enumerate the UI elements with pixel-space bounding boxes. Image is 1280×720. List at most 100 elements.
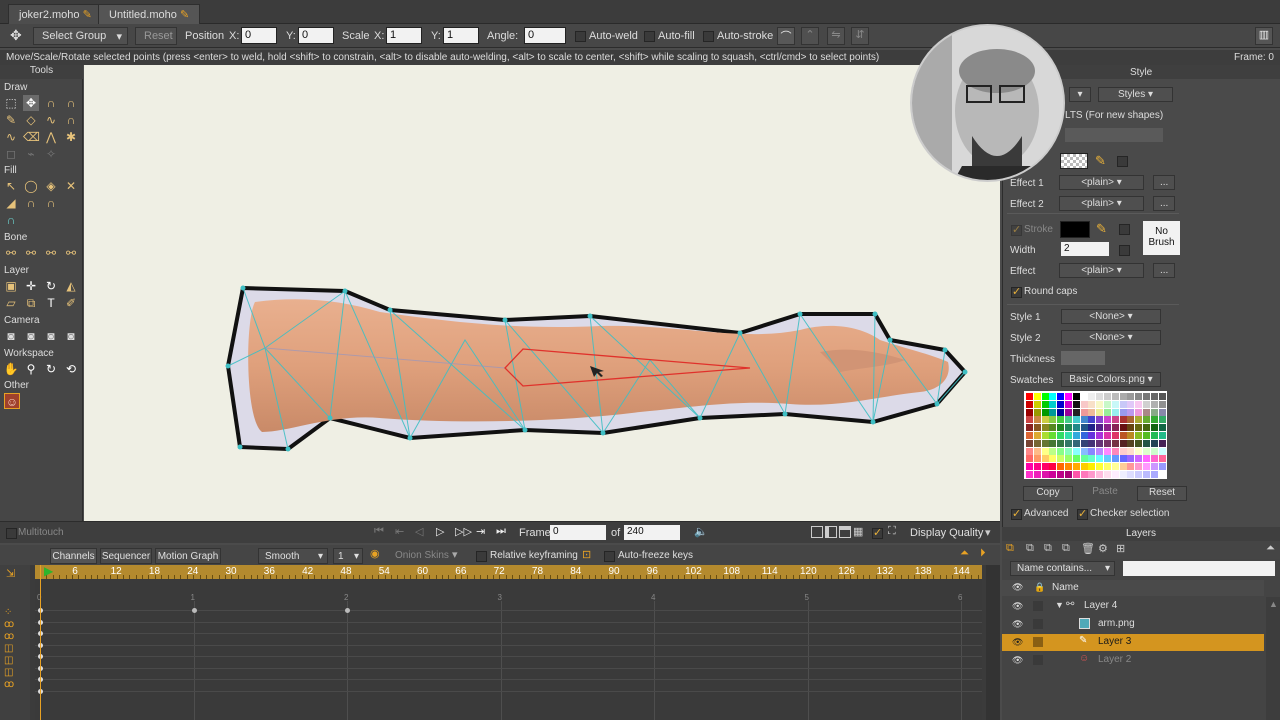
- add-bone-icon[interactable]: ⚯: [43, 245, 59, 261]
- color-swatch[interactable]: [1057, 439, 1065, 447]
- color-swatch[interactable]: [1127, 447, 1135, 455]
- visibility-icon[interactable]: 👁: [1012, 601, 1025, 611]
- color-swatch[interactable]: [1111, 432, 1119, 439]
- translate-layer-icon[interactable]: ✛: [23, 278, 39, 294]
- color-swatch[interactable]: [1072, 424, 1080, 432]
- collapse-icon[interactable]: ⇲: [6, 567, 15, 580]
- onion-arrow-icon[interactable]: ▾: [452, 548, 458, 561]
- step-back-icon[interactable]: ◁: [415, 525, 423, 538]
- color-swatch[interactable]: [1096, 439, 1104, 447]
- advanced-checkbox[interactable]: [1011, 507, 1022, 520]
- curve-profile-icon[interactable]: ∩: [3, 212, 19, 228]
- hide-edge-icon[interactable]: ∩: [23, 195, 39, 211]
- color-swatch[interactable]: [1057, 447, 1065, 455]
- color-swatch[interactable]: [1049, 463, 1057, 471]
- color-swatch[interactable]: [1033, 463, 1041, 471]
- color-swatch[interactable]: [1088, 393, 1096, 400]
- color-swatch[interactable]: [1104, 447, 1111, 455]
- view-split-icon[interactable]: [825, 526, 837, 538]
- layer-row-layer4[interactable]: 👁 ▼ ⚯ Layer 4: [1002, 598, 1264, 615]
- color-swatch[interactable]: [1127, 455, 1135, 463]
- color-swatch[interactable]: [1057, 455, 1065, 463]
- color-swatch[interactable]: [1143, 416, 1150, 424]
- style1-dropdown[interactable]: <None> ▾: [1061, 309, 1161, 324]
- color-swatch[interactable]: [1135, 455, 1143, 463]
- stroke-exposure-icon[interactable]: ∩: [43, 195, 59, 211]
- eyedropper-icon[interactable]: ✐: [63, 295, 79, 311]
- color-swatch[interactable]: [1072, 439, 1080, 447]
- effect1-dropdown[interactable]: <plain> ▾: [1059, 175, 1144, 190]
- color-swatch[interactable]: [1135, 424, 1143, 432]
- add-point-icon[interactable]: ∩: [43, 95, 59, 111]
- color-swatch[interactable]: [1127, 471, 1135, 478]
- color-swatch[interactable]: [1057, 432, 1065, 439]
- color-swatch[interactable]: [1080, 447, 1088, 455]
- layer-row-arm-png[interactable]: 👁 arm.png: [1002, 616, 1264, 633]
- color-swatch[interactable]: [1096, 447, 1104, 455]
- effect2-options-button[interactable]: ...: [1153, 196, 1175, 211]
- freehand-icon[interactable]: ✎: [3, 112, 19, 128]
- delete-layer-icon[interactable]: 🗑: [1081, 542, 1095, 555]
- flip-v-icon[interactable]: ⇵: [851, 27, 869, 45]
- color-swatch[interactable]: [1150, 400, 1158, 408]
- color-swatch[interactable]: [1150, 416, 1158, 424]
- lock-toggle[interactable]: [1033, 637, 1043, 647]
- color-swatch[interactable]: [1033, 393, 1041, 400]
- auto-freeze-checkbox[interactable]: [604, 551, 615, 562]
- color-swatch[interactable]: [1111, 439, 1119, 447]
- color-swatch[interactable]: [1096, 432, 1104, 439]
- color-swatch[interactable]: [1143, 408, 1150, 416]
- next-key-icon[interactable]: ⇥: [476, 525, 485, 538]
- eraser-icon[interactable]: ⌫: [23, 129, 40, 145]
- color-swatch[interactable]: [1150, 471, 1158, 478]
- angle-input[interactable]: 0: [524, 27, 566, 44]
- keyframe[interactable]: [191, 608, 197, 613]
- color-swatch[interactable]: [1049, 393, 1057, 400]
- effect2-dropdown[interactable]: <plain> ▾: [1059, 196, 1144, 211]
- color-swatch[interactable]: [1104, 455, 1111, 463]
- last-frame-icon[interactable]: ⏭: [496, 525, 506, 538]
- timeline-expand-icon[interactable]: ⏵: [980, 547, 986, 560]
- round-caps-checkbox[interactable]: [1011, 285, 1022, 298]
- color-swatch[interactable]: [1127, 424, 1135, 432]
- color-swatch[interactable]: [1033, 432, 1041, 439]
- lock-toggle[interactable]: [1033, 619, 1043, 629]
- thickness-input[interactable]: [1061, 351, 1105, 365]
- swatches-dropdown[interactable]: Basic Colors.png ▾: [1061, 372, 1161, 387]
- color-swatch[interactable]: [1049, 408, 1057, 416]
- fill-brush-icon[interactable]: ✎: [1095, 153, 1106, 169]
- layer-search-input[interactable]: [1123, 561, 1275, 576]
- color-swatch[interactable]: [1041, 439, 1049, 447]
- color-swatches-grid[interactable]: [1024, 391, 1167, 479]
- color-swatch[interactable]: [1127, 463, 1135, 471]
- color-swatch[interactable]: [1026, 432, 1033, 439]
- color-swatch[interactable]: [1026, 400, 1033, 408]
- set-origin-icon[interactable]: ▣: [3, 278, 19, 294]
- color-swatch[interactable]: [1026, 471, 1033, 478]
- color-swatch[interactable]: [1111, 471, 1119, 478]
- color-swatch[interactable]: [1026, 416, 1033, 424]
- zoom-icon[interactable]: ⚲: [23, 361, 39, 377]
- color-swatch[interactable]: [1041, 463, 1049, 471]
- color-swatch[interactable]: [1158, 416, 1166, 424]
- color-swatch[interactable]: [1041, 471, 1049, 478]
- color-swatch[interactable]: [1111, 424, 1119, 432]
- color-swatch[interactable]: [1065, 400, 1072, 408]
- stroke-checkbox[interactable]: [1011, 223, 1022, 236]
- script-tool-icon[interactable]: ☺: [4, 393, 20, 409]
- copy-button[interactable]: Copy: [1023, 486, 1073, 501]
- color-swatch[interactable]: [1119, 463, 1127, 471]
- line-width-icon[interactable]: ◢: [3, 195, 19, 211]
- color-swatch[interactable]: [1080, 455, 1088, 463]
- color-swatch[interactable]: [1135, 471, 1143, 478]
- width-input[interactable]: 2: [1061, 242, 1109, 256]
- onion-skin-icon[interactable]: ◉: [370, 547, 380, 560]
- color-swatch[interactable]: [1143, 439, 1150, 447]
- layer-row-layer2[interactable]: 👁 ☺ Layer 2: [1002, 652, 1264, 669]
- view-single-icon[interactable]: [811, 526, 823, 538]
- color-swatch[interactable]: [1158, 447, 1166, 455]
- scroll-up-icon[interactable]: ▲: [1269, 599, 1278, 609]
- no-brush-button[interactable]: No Brush: [1143, 221, 1180, 255]
- color-swatch[interactable]: [1041, 393, 1049, 400]
- tab-sequencer[interactable]: Sequencer: [100, 548, 152, 564]
